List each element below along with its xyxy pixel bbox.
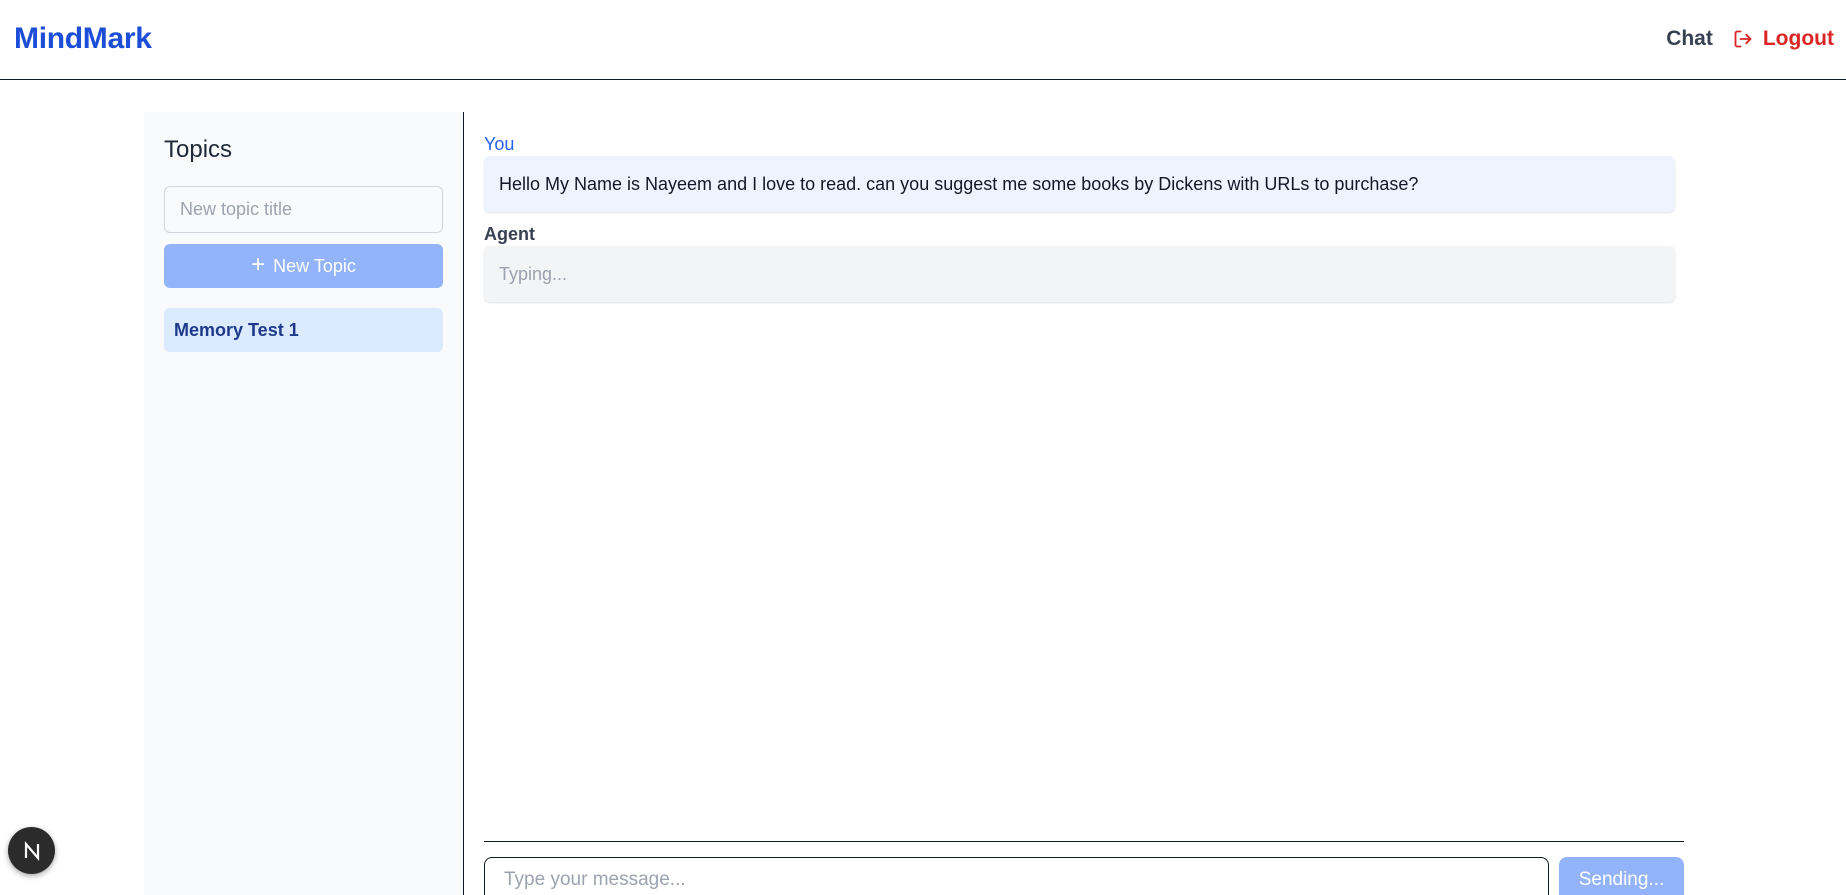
nextjs-dev-badge[interactable]	[8, 827, 55, 874]
send-button[interactable]: Sending...	[1559, 857, 1684, 895]
new-topic-title-input[interactable]	[164, 186, 443, 233]
top-navbar: MindMark Chat Logout	[0, 0, 1846, 80]
plus-icon: +	[251, 250, 266, 278]
new-topic-button[interactable]: + New Topic	[164, 244, 443, 288]
agent-role-label: Agent	[484, 224, 535, 244]
n-logo-icon	[24, 840, 39, 861]
sidebar-title: Topics	[164, 136, 233, 163]
logout-icon	[1734, 30, 1752, 48]
new-topic-label: New Topic	[273, 255, 356, 276]
nav-links: Chat Logout	[1666, 27, 1834, 51]
brand-logo[interactable]: MindMark	[14, 22, 152, 56]
composer-divider	[484, 841, 1684, 842]
chat-area: You Hello My Name is Nayeem and I love t…	[484, 112, 1684, 895]
nav-chat-link[interactable]: Chat	[1666, 27, 1713, 51]
agent-message-bubble: Typing...	[484, 246, 1675, 302]
user-message-text: Hello My Name is Nayeem and I love to re…	[499, 173, 1419, 194]
topic-item-label: Memory Test 1	[174, 319, 299, 340]
topic-item-memory-test-1[interactable]: Memory Test 1	[164, 308, 443, 352]
user-message-bubble: Hello My Name is Nayeem and I love to re…	[484, 156, 1675, 212]
message-input[interactable]	[484, 857, 1549, 895]
logout-button[interactable]: Logout	[1733, 27, 1834, 51]
agent-typing-indicator: Typing...	[499, 263, 568, 284]
user-role-label: You	[484, 134, 515, 154]
logout-label: Logout	[1762, 27, 1834, 50]
topics-sidebar: Topics + New Topic Memory Test 1	[144, 112, 464, 895]
